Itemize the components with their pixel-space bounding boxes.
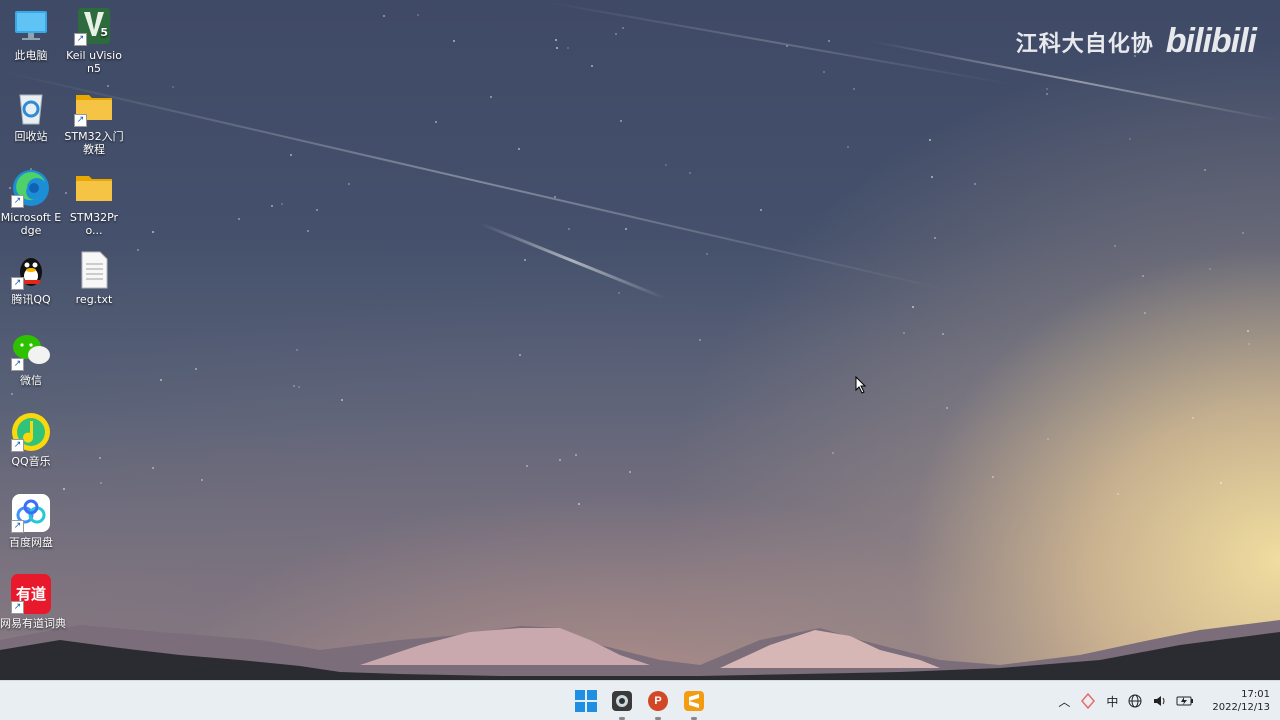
desktop-icon-qq-music[interactable]: ↗ QQ音乐 xyxy=(0,412,62,468)
volume-speaker-icon[interactable] xyxy=(1152,694,1166,708)
desktop-icon-label: Keil uVision5 xyxy=(66,49,122,75)
shortcut-arrow-icon: ↗ xyxy=(74,114,87,127)
shortcut-arrow-icon: ↗ xyxy=(11,195,24,208)
desktop-icon-keil-uvision5[interactable]: 5 ↗ Keil uVision5 xyxy=(63,6,125,75)
desktop-icon-label: reg.txt xyxy=(75,293,113,306)
desktop-icon-label: 此电脑 xyxy=(14,49,48,62)
desktop-icon-label: 百度网盘 xyxy=(9,536,53,549)
shortcut-arrow-icon: ↗ xyxy=(11,520,24,533)
desktop-icon-label: STM32Pro... xyxy=(69,211,119,237)
shortcut-arrow-icon: ↗ xyxy=(11,277,24,290)
bilibili-logo: bilibili xyxy=(1165,22,1257,60)
battery-charging-icon[interactable] xyxy=(1176,694,1194,708)
desktop-icon-tencent-qq[interactable]: ↗ 腾讯QQ xyxy=(0,250,62,306)
mouse-cursor-icon xyxy=(855,376,867,394)
desktop-icon-label: 回收站 xyxy=(14,130,48,143)
qq-music-icon: ↗ xyxy=(11,412,51,452)
folder-icon xyxy=(74,168,114,208)
show-hidden-icons-chevron-icon[interactable]: ︿ xyxy=(1058,693,1070,710)
desktop-icon-label: 微信 xyxy=(20,374,42,387)
youdao-icon: 有道 ↗ xyxy=(11,574,51,614)
desktop-icon-wechat[interactable]: ↗ 微信 xyxy=(0,331,62,387)
camera-icon xyxy=(612,691,632,711)
shortcut-arrow-icon: ↗ xyxy=(11,601,24,614)
desktop-icon-label: 腾讯QQ xyxy=(11,293,51,306)
desktop-icon-label: Microsoft Edge xyxy=(0,211,62,237)
watermark-text: 江科大自化协 xyxy=(1015,31,1154,57)
shortcut-arrow-icon: ↗ xyxy=(74,33,87,46)
powerpoint-icon: P xyxy=(648,691,668,711)
shortcut-arrow-icon: ↗ xyxy=(11,358,24,371)
desktop-icon-label: STM32入门教程 xyxy=(64,130,124,156)
wallpaper-mountains xyxy=(0,620,1280,680)
taskbar-camera-button[interactable] xyxy=(608,687,636,720)
qq-penguin-icon: ↗ xyxy=(11,250,51,290)
taskbar-clock[interactable]: 17:01 2022/12/13 xyxy=(1212,688,1270,714)
taskbar-sublime-button[interactable] xyxy=(680,687,708,720)
system-tray: ︿ 中 17:01 2022/12/13 xyxy=(1058,681,1270,720)
monitor-icon xyxy=(11,6,51,46)
desktop-icon-microsoft-edge[interactable]: ↗ Microsoft Edge xyxy=(0,168,62,237)
desktop-icon-youdao-dict[interactable]: 有道 ↗ 网易有道词典 xyxy=(0,574,66,630)
start-button[interactable] xyxy=(572,687,600,715)
desktop-wallpaper xyxy=(0,0,1280,680)
video-watermark: 江科大自化协 bilibili xyxy=(1015,22,1257,61)
recycle-bin-icon xyxy=(11,87,51,127)
desktop-icon-stm32pro[interactable]: STM32Pro... xyxy=(63,168,125,237)
tray-app-icon[interactable] xyxy=(1080,693,1096,709)
folder-icon: ↗ xyxy=(74,87,114,127)
desktop-icon-stm32-tutorial[interactable]: ↗ STM32入门教程 xyxy=(63,87,125,156)
clock-date: 2022/12/13 xyxy=(1212,702,1270,713)
desktop-icon-label: QQ音乐 xyxy=(11,455,51,468)
keil-icon: 5 ↗ xyxy=(74,6,114,46)
taskbar-apps: P xyxy=(572,687,708,720)
clock-time: 17:01 xyxy=(1241,689,1270,700)
wechat-icon: ↗ xyxy=(11,331,51,371)
network-globe-icon[interactable] xyxy=(1128,694,1142,708)
edge-icon: ↗ xyxy=(11,168,51,208)
desktop-icon-baidu-netdisk[interactable]: ↗ 百度网盘 xyxy=(0,493,62,549)
input-method-indicator[interactable]: 中 xyxy=(1106,693,1118,710)
desktop-icon-recycle-bin[interactable]: 回收站 xyxy=(0,87,62,143)
text-file-icon xyxy=(74,250,114,290)
shortcut-arrow-icon: ↗ xyxy=(11,439,24,452)
desktop-icon-this-pc[interactable]: 此电脑 xyxy=(0,6,62,62)
windows-start-icon xyxy=(575,690,597,712)
desktop-icon-reg-txt[interactable]: reg.txt xyxy=(63,250,125,306)
keil-version-text: 5 xyxy=(100,26,108,39)
sublime-icon xyxy=(684,691,704,711)
baidu-netdisk-icon: ↗ xyxy=(11,493,51,533)
taskbar: P ︿ 中 17:01 2022/12/13 xyxy=(0,680,1280,720)
taskbar-powerpoint-button[interactable]: P xyxy=(644,687,672,720)
desktop-icon-label: 网易有道词典 xyxy=(0,617,66,630)
